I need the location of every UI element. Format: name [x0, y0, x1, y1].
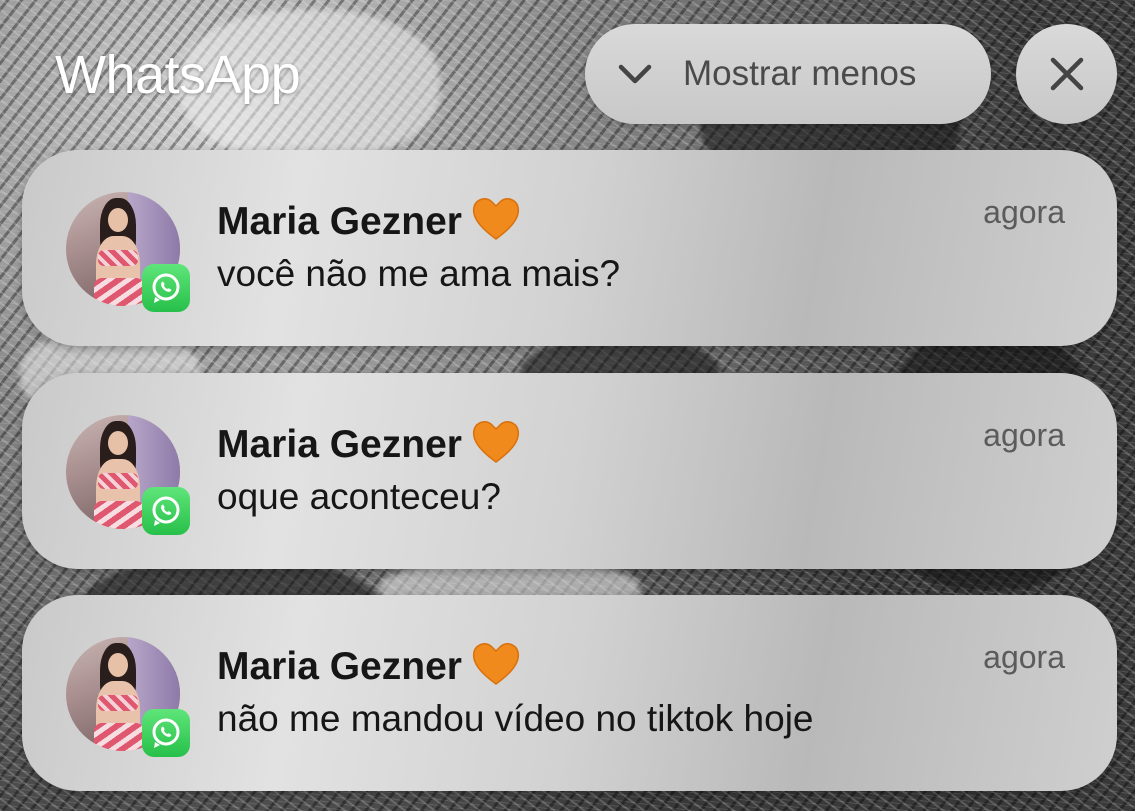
close-icon: [1050, 57, 1083, 91]
sender-name-text: Maria Gezner: [217, 645, 462, 688]
notification-time: agora: [983, 194, 1065, 230]
notification-card[interactable]: Maria Gezner agora oque aconteceu?: [22, 373, 1117, 569]
whatsapp-icon: [142, 264, 190, 312]
notification-card[interactable]: Maria Gezner agora você não me ama mais?: [22, 150, 1117, 346]
orange-heart-icon: [470, 194, 522, 242]
sender-name: Maria Gezner: [217, 417, 522, 467]
show-less-button[interactable]: Mostrar menos: [585, 24, 991, 124]
sender-name-text: Maria Gezner: [217, 200, 462, 243]
chevron-down-icon: [618, 64, 652, 84]
notification-time: agora: [983, 417, 1065, 453]
notification-message: oque aconteceu?: [217, 476, 501, 517]
notification-message: você não me ama mais?: [217, 253, 621, 294]
notification-card[interactable]: Maria Gezner agora não me mandou vídeo n…: [22, 595, 1117, 791]
notification-message: não me mandou vídeo no tiktok hoje: [217, 698, 814, 739]
whatsapp-icon: [142, 709, 190, 757]
sender-name-text: Maria Gezner: [217, 423, 462, 466]
notification-time: agora: [983, 639, 1065, 675]
orange-heart-icon: [470, 417, 522, 465]
orange-heart-icon: [470, 639, 522, 687]
sender-name: Maria Gezner: [217, 639, 522, 689]
app-group-title: WhatsApp: [55, 45, 301, 105]
sender-name: Maria Gezner: [217, 194, 522, 244]
show-less-label: Mostrar menos: [683, 54, 917, 93]
clear-notifications-button[interactable]: [1016, 24, 1117, 124]
whatsapp-icon: [142, 487, 190, 535]
